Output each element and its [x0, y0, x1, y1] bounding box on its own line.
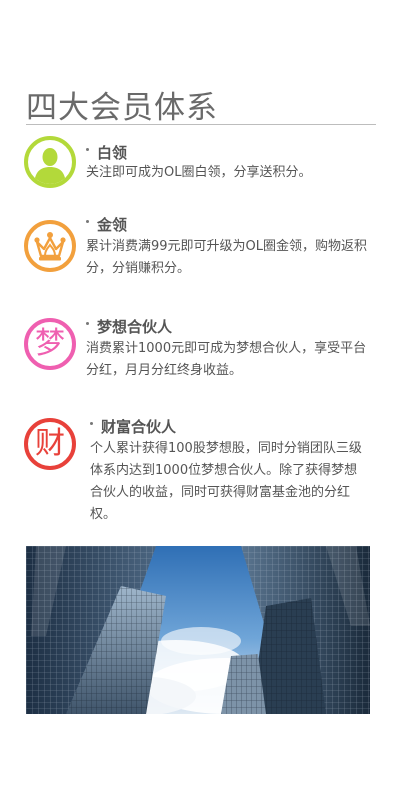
- tier-description: 关注即可成为OL圈白领，分享送积分。: [86, 165, 312, 180]
- bullet-icon: [86, 322, 89, 325]
- dream-char-icon: 梦: [24, 318, 76, 370]
- wealth-char: 财: [35, 426, 65, 461]
- wealth-char-icon: 财: [24, 418, 76, 470]
- tier-name: 金领: [97, 216, 128, 234]
- tier-description: 个人累计获得100股梦想股，同时分销团队三级体系内达到1000位梦想合伙人。除了…: [90, 441, 362, 522]
- title-divider: [26, 124, 376, 125]
- person-icon: [24, 136, 76, 188]
- bullet-icon: [90, 422, 93, 425]
- tier-dream-partner: 梦 梦想合伙人 消费累计1000元即可成为梦想合伙人，享受平台分红，月月分红终身…: [24, 318, 376, 378]
- tier-description: 累计消费满99元即可升级为OL圈金领，购物返积分，分销赚积分。: [86, 239, 368, 276]
- tier-title: 财富合伙人: [90, 416, 176, 437]
- tier-name: 梦想合伙人: [97, 318, 173, 336]
- skyscrapers-image: [26, 546, 370, 714]
- tier-description: 消费累计1000元即可成为梦想合伙人，享受平台分红，月月分红终身收益。: [86, 341, 367, 378]
- tier-wealth-partner: 财 财富合伙人 个人累计获得100股梦想股，同时分销团队三级体系内达到1000位…: [24, 418, 376, 528]
- tier-name: 财富合伙人: [101, 418, 177, 436]
- tier-name: 白领: [97, 144, 128, 162]
- page-title: 四大会员体系: [26, 90, 218, 126]
- tier-title: 金领: [86, 214, 127, 235]
- tier-title: 梦想合伙人: [86, 316, 172, 337]
- dream-char: 梦: [35, 326, 65, 361]
- tier-gold-collar: 金领 累计消费满99元即可升级为OL圈金领，购物返积分，分销赚积分。: [24, 216, 376, 280]
- tier-white-collar: 白领 关注即可成为OL圈白领，分享送积分。: [24, 136, 376, 196]
- bullet-icon: [86, 148, 89, 151]
- crown-icon: [24, 220, 76, 272]
- bullet-icon: [86, 220, 89, 223]
- tier-title: 白领: [86, 142, 127, 163]
